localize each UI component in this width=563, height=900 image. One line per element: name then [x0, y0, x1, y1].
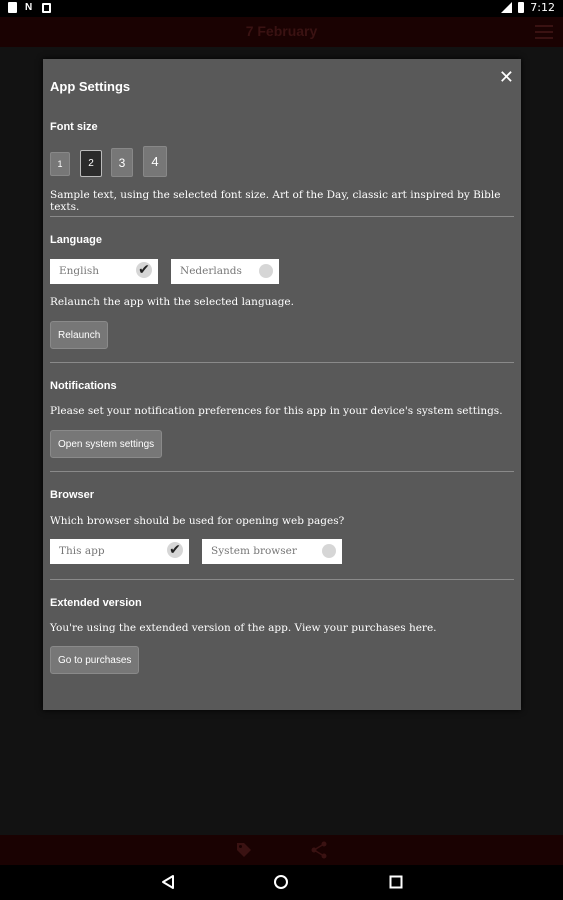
- share-icon[interactable]: [310, 841, 328, 859]
- language-option-english[interactable]: English ✔: [50, 259, 158, 284]
- menu-icon[interactable]: [535, 25, 553, 43]
- status-right: 7:12: [501, 1, 555, 14]
- dialog-title: App Settings: [50, 79, 131, 94]
- check-icon: ✔: [167, 542, 183, 558]
- open-system-settings-button[interactable]: Open system settings: [50, 430, 163, 458]
- back-icon[interactable]: [160, 874, 176, 890]
- extended-version-heading: Extended version: [50, 597, 142, 609]
- signal-icon: [501, 2, 513, 13]
- divider: [50, 362, 514, 363]
- language-option-nederlands[interactable]: Nederlands: [171, 259, 279, 284]
- divider: [50, 579, 514, 580]
- notifications-info-text: Please set your notification preferences…: [50, 405, 503, 417]
- browser-option-system-browser[interactable]: System browser: [202, 539, 342, 564]
- language-option-label: Nederlands: [180, 265, 242, 277]
- app-bar-title: 7 February: [245, 23, 318, 39]
- app-bar: 7 February: [0, 17, 563, 47]
- tag-icon[interactable]: [235, 841, 253, 859]
- browser-option-label: This app: [59, 545, 105, 557]
- divider: [50, 471, 514, 472]
- font-size-2-button[interactable]: 2: [80, 150, 102, 177]
- language-info-text: Relaunch the app with the selected langu…: [50, 296, 294, 308]
- sd-card-icon: [8, 2, 17, 13]
- battery-icon: [518, 2, 525, 13]
- browser-heading: Browser: [50, 489, 95, 501]
- divider: [50, 216, 514, 217]
- notifications-heading: Notifications: [50, 380, 117, 392]
- close-icon[interactable]: ✕: [499, 67, 514, 88]
- browser-option-label: System browser: [211, 545, 297, 557]
- font-size-1-button[interactable]: 1: [50, 152, 70, 176]
- browser-option-this-app[interactable]: This app ✔: [50, 539, 189, 564]
- font-size-4-button[interactable]: 4: [143, 146, 167, 177]
- go-to-purchases-button[interactable]: Go to purchases: [50, 646, 140, 674]
- language-heading: Language: [50, 234, 102, 246]
- notification-icon: [42, 2, 51, 13]
- navigation-bar: [0, 865, 563, 900]
- app-settings-dialog: App Settings ✕ Font size 1 2 3 4 Sample …: [43, 59, 521, 710]
- recents-icon[interactable]: [388, 874, 404, 890]
- n-notification-icon: N: [25, 2, 33, 13]
- check-icon: ✔: [136, 262, 152, 278]
- font-size-heading: Font size: [50, 121, 98, 133]
- font-size-3-button[interactable]: 3: [111, 148, 133, 177]
- relaunch-button[interactable]: Relaunch: [50, 321, 109, 349]
- font-size-sample-text: Sample text, using the selected font siz…: [50, 189, 501, 213]
- bottom-bar: [0, 835, 563, 865]
- status-time: 7:12: [530, 1, 555, 14]
- language-option-label: English: [59, 265, 100, 277]
- extended-version-info-text: You're using the extended version of the…: [50, 622, 437, 634]
- status-bar: N 7:12: [0, 0, 563, 17]
- status-left: N: [8, 2, 51, 13]
- home-icon[interactable]: [273, 874, 289, 890]
- radio-unselected-icon: [322, 544, 336, 558]
- radio-unselected-icon: [259, 264, 273, 278]
- browser-question-text: Which browser should be used for opening…: [50, 515, 345, 527]
